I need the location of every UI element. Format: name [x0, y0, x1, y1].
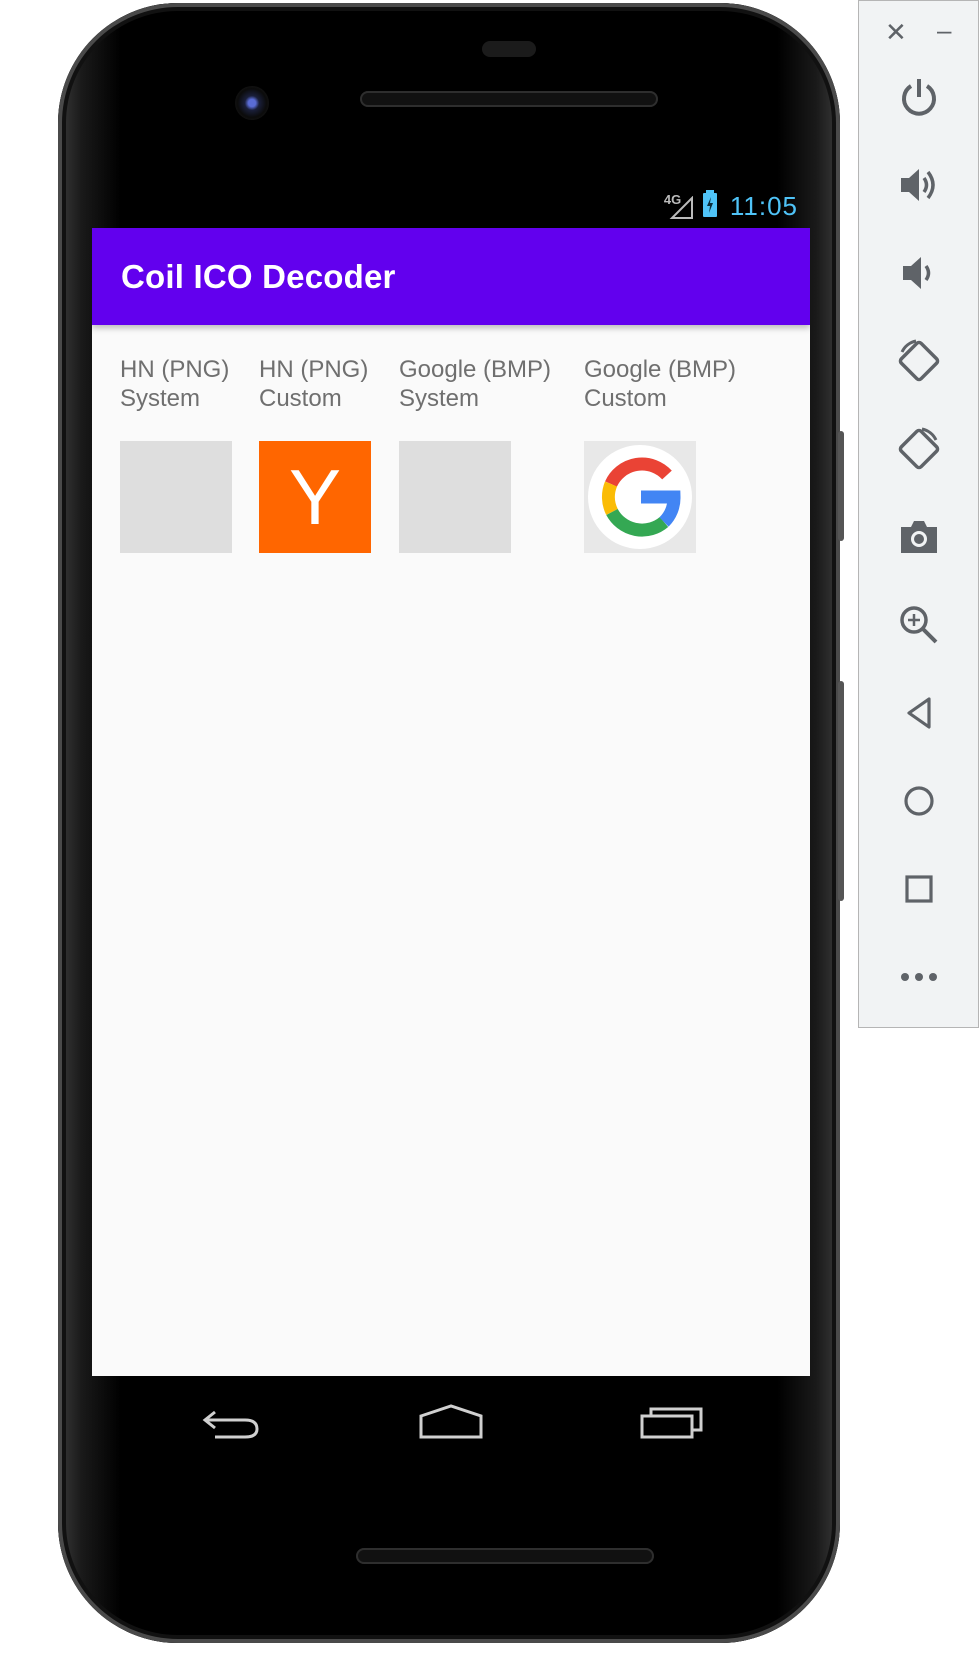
home-outline-icon [419, 1404, 483, 1439]
volume-down-button[interactable] [891, 245, 947, 301]
camera-icon [901, 521, 937, 553]
rotate-left-icon [898, 339, 940, 382]
power-icon [902, 79, 936, 116]
zoom-icon [900, 606, 938, 644]
hn-system-placeholder [120, 441, 232, 553]
hacker-news-glyph: Y [288, 452, 342, 541]
app-title: Coil ICO Decoder [121, 257, 396, 295]
overview-icon [905, 875, 933, 903]
earpiece-speaker [360, 91, 658, 107]
more-icon [901, 973, 937, 981]
emulator-overview-button[interactable] [891, 861, 947, 917]
power-side-button [838, 431, 844, 541]
toolbar-window-controls: ✕ – [859, 15, 978, 49]
google-icon [584, 441, 696, 553]
zoom-button[interactable] [891, 597, 947, 653]
rotate-right-button[interactable] [891, 421, 947, 477]
back-arrow-icon [202, 1410, 259, 1439]
volume-up-button[interactable] [891, 157, 947, 213]
cell-label-format: HN (PNG) [120, 356, 230, 383]
close-icon[interactable]: ✕ [885, 15, 907, 49]
cell-label-decoder: Custom [259, 385, 342, 412]
cell-label-decoder: Custom [584, 385, 667, 412]
back-icon [907, 697, 931, 729]
more-button[interactable] [891, 949, 947, 1005]
cell-label-format: HN (PNG) [259, 356, 369, 383]
nav-back-button[interactable] [192, 1394, 272, 1450]
status-bar: 4G 11:05 [92, 185, 810, 227]
rotate-right-icon [898, 427, 940, 470]
app-bar: Coil ICO Decoder [92, 228, 810, 325]
home-icon [904, 786, 934, 816]
hacker-news-icon: Y [259, 441, 371, 553]
nav-home-button[interactable] [411, 1394, 491, 1450]
navigation-bar [92, 1376, 810, 1468]
rotate-left-button[interactable] [891, 333, 947, 389]
battery-charging-icon [702, 189, 722, 223]
minimize-icon[interactable]: – [937, 15, 951, 45]
emulator-home-button[interactable] [891, 773, 947, 829]
screenshot-button[interactable] [891, 509, 947, 565]
google-system-placeholder [399, 441, 511, 553]
front-camera [235, 86, 269, 120]
cell-label-format: Google (BMP) [399, 356, 552, 383]
emulator-back-button[interactable] [891, 685, 947, 741]
status-clock: 11:05 [729, 190, 798, 221]
power-button[interactable] [891, 69, 947, 125]
proximity-sensor [482, 41, 536, 57]
nav-recents-button[interactable] [632, 1394, 712, 1450]
cell-label-format: Google (BMP) [584, 356, 737, 383]
app-screen: Coil ICO Decoder HN (PNG) System HN (PNG… [92, 228, 810, 1376]
volume-down-icon [903, 257, 931, 289]
cell-label-decoder: System [399, 385, 480, 412]
volume-up-icon [901, 169, 935, 201]
volume-side-button [838, 681, 844, 901]
cell-label-decoder: System [120, 385, 201, 412]
emulator-toolbar: ✕ – [858, 0, 979, 1028]
network-signal-icon: 4G [664, 192, 694, 220]
bottom-speaker [356, 1548, 654, 1564]
recent-apps-icon [640, 1407, 703, 1439]
